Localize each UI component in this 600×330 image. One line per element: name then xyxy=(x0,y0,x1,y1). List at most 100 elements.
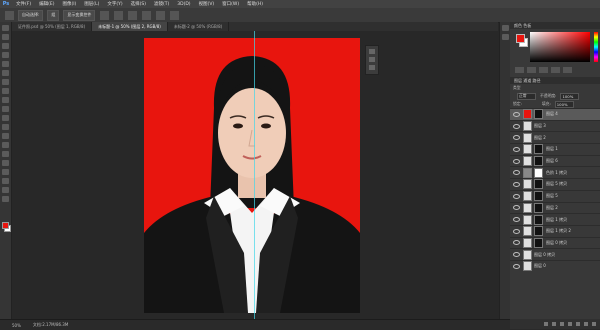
eyedropper-tool-icon[interactable] xyxy=(2,70,9,76)
layer-row[interactable]: 图层 5 拷贝 xyxy=(510,178,600,190)
menu-type[interactable]: 文字(Y) xyxy=(103,1,126,7)
blur-tool-icon[interactable] xyxy=(2,133,9,139)
color-panel-header[interactable]: 颜色 色板 xyxy=(510,22,600,29)
dodge-tool-icon[interactable] xyxy=(2,142,9,148)
tab-document-2[interactable]: 未标题-1 @ 50% (图层 2, RGB/8) xyxy=(92,22,168,31)
levels-icon[interactable] xyxy=(527,67,536,73)
exposure-icon[interactable] xyxy=(551,67,560,73)
tab-document-3[interactable]: 未标题-2 @ 50% (RGB/8) xyxy=(168,22,230,31)
menu-file[interactable]: 文件(F) xyxy=(12,1,35,7)
panel-foreground-swatch[interactable] xyxy=(516,34,525,43)
panel-toggle-icon[interactable] xyxy=(369,65,375,70)
eraser-tool-icon[interactable] xyxy=(2,115,9,121)
new-layer-icon[interactable] xyxy=(584,322,588,326)
tab-document-1[interactable]: 证件照.psd @ 50% (图层 1, RGB/8) xyxy=(12,22,93,31)
type-tool-icon[interactable] xyxy=(2,160,9,166)
show-transform-checkbox[interactable]: 显示变换控件 xyxy=(63,9,96,21)
new-group-icon[interactable] xyxy=(576,322,580,326)
align-top-icon[interactable] xyxy=(100,10,110,20)
layer-mask-thumbnail[interactable] xyxy=(534,167,543,178)
properties-panel-icon[interactable] xyxy=(502,34,509,40)
layer-mask-thumbnail[interactable] xyxy=(534,214,543,225)
quick-select-tool-icon[interactable] xyxy=(2,52,9,58)
hand-tool-icon[interactable] xyxy=(2,187,9,193)
align-center-icon[interactable] xyxy=(156,10,166,20)
visibility-eye-icon[interactable] xyxy=(513,252,520,258)
menu-3d[interactable]: 3D(D) xyxy=(173,2,194,7)
layer-mask-thumbnail[interactable] xyxy=(534,191,543,202)
layer-target-select[interactable]: 组 xyxy=(47,9,60,21)
layer-row[interactable]: 色阶 1 拷贝 xyxy=(510,166,600,178)
layer-row[interactable]: 图层 3 xyxy=(510,119,600,132)
layer-row[interactable]: 图层 4 xyxy=(510,108,600,120)
visibility-eye-icon[interactable] xyxy=(513,135,520,141)
visibility-eye-icon[interactable] xyxy=(513,193,520,199)
visibility-eye-icon[interactable] xyxy=(513,205,520,211)
trash-icon[interactable] xyxy=(592,322,596,326)
pen-tool-icon[interactable] xyxy=(2,151,9,157)
marquee-tool-icon[interactable] xyxy=(2,34,9,40)
layer-mask-thumbnail[interactable] xyxy=(534,179,543,190)
hue-saturation-icon[interactable] xyxy=(563,67,572,73)
menu-layer[interactable]: 图层(L) xyxy=(80,1,103,7)
layer-row[interactable]: 图层 0 拷贝 xyxy=(510,248,600,260)
id-photo-canvas[interactable] xyxy=(144,38,360,313)
blend-mode-select[interactable]: 正常 xyxy=(517,92,536,100)
zoom-level[interactable]: 50% xyxy=(12,323,21,328)
menu-select[interactable]: 选择(S) xyxy=(127,1,150,7)
hue-slider[interactable] xyxy=(594,32,598,62)
menu-window[interactable]: 窗口(W) xyxy=(218,1,243,7)
vertical-guide[interactable] xyxy=(254,31,255,319)
visibility-eye-icon[interactable] xyxy=(513,123,520,129)
adjustment-layer-icon[interactable] xyxy=(568,322,572,326)
path-select-tool-icon[interactable] xyxy=(2,169,9,175)
layer-row[interactable]: 图层 5 xyxy=(510,189,600,202)
history-panel-icon[interactable] xyxy=(502,25,509,31)
shape-tool-icon[interactable] xyxy=(2,178,9,184)
brush-tool-icon[interactable] xyxy=(2,88,9,94)
layer-row[interactable]: 图层 2 xyxy=(510,131,600,143)
link-layers-icon[interactable] xyxy=(544,322,548,326)
move-tool-icon[interactable] xyxy=(2,25,9,31)
layer-mask-thumbnail[interactable] xyxy=(534,202,543,213)
layer-row[interactable]: 图层 1 拷贝 xyxy=(510,213,600,225)
layer-mask-thumbnail[interactable] xyxy=(534,226,543,237)
clone-stamp-tool-icon[interactable] xyxy=(2,97,9,103)
curves-icon[interactable] xyxy=(539,67,548,73)
layer-row[interactable]: 图层 0 拷贝 xyxy=(510,236,600,249)
panel-toggle-icon[interactable] xyxy=(369,57,375,62)
gradient-tool-icon[interactable] xyxy=(2,124,9,130)
layer-mask-thumbnail[interactable] xyxy=(534,156,543,167)
visibility-eye-icon[interactable] xyxy=(513,240,520,246)
visibility-eye-icon[interactable] xyxy=(513,111,520,117)
panel-toggle-icon[interactable] xyxy=(369,49,375,54)
menu-edit[interactable]: 编辑(E) xyxy=(35,1,58,7)
fx-icon[interactable] xyxy=(552,322,556,326)
layer-row[interactable]: 图层 6 xyxy=(510,154,600,167)
menu-image[interactable]: 图像(I) xyxy=(58,1,80,7)
color-picker-field[interactable] xyxy=(530,32,590,62)
layer-row[interactable]: 图层 0 xyxy=(510,259,600,272)
lasso-tool-icon[interactable] xyxy=(2,43,9,49)
healing-brush-tool-icon[interactable] xyxy=(2,79,9,85)
menu-filter[interactable]: 滤镜(T) xyxy=(150,1,173,7)
visibility-eye-icon[interactable] xyxy=(513,158,520,164)
foreground-color-swatch[interactable] xyxy=(2,222,9,229)
layer-mask-thumbnail[interactable] xyxy=(534,144,543,155)
visibility-eye-icon[interactable] xyxy=(513,228,520,234)
fill-input[interactable]: 100% xyxy=(554,100,574,108)
visibility-eye-icon[interactable] xyxy=(513,146,520,152)
visibility-eye-icon[interactable] xyxy=(513,170,520,176)
align-left-icon[interactable] xyxy=(142,10,152,20)
opacity-input[interactable]: 100% xyxy=(560,92,580,100)
kind-filter[interactable]: 类型 xyxy=(513,85,521,91)
layer-mask-thumbnail[interactable] xyxy=(534,109,543,120)
zoom-tool-icon[interactable] xyxy=(2,196,9,202)
layer-mask-thumbnail[interactable] xyxy=(534,237,543,248)
align-bottom-icon[interactable] xyxy=(128,10,138,20)
history-brush-tool-icon[interactable] xyxy=(2,106,9,112)
menu-help[interactable]: 帮助(H) xyxy=(243,1,267,7)
menu-view[interactable]: 视图(V) xyxy=(195,1,219,7)
visibility-eye-icon[interactable] xyxy=(513,217,520,223)
align-right-icon[interactable] xyxy=(170,10,180,20)
